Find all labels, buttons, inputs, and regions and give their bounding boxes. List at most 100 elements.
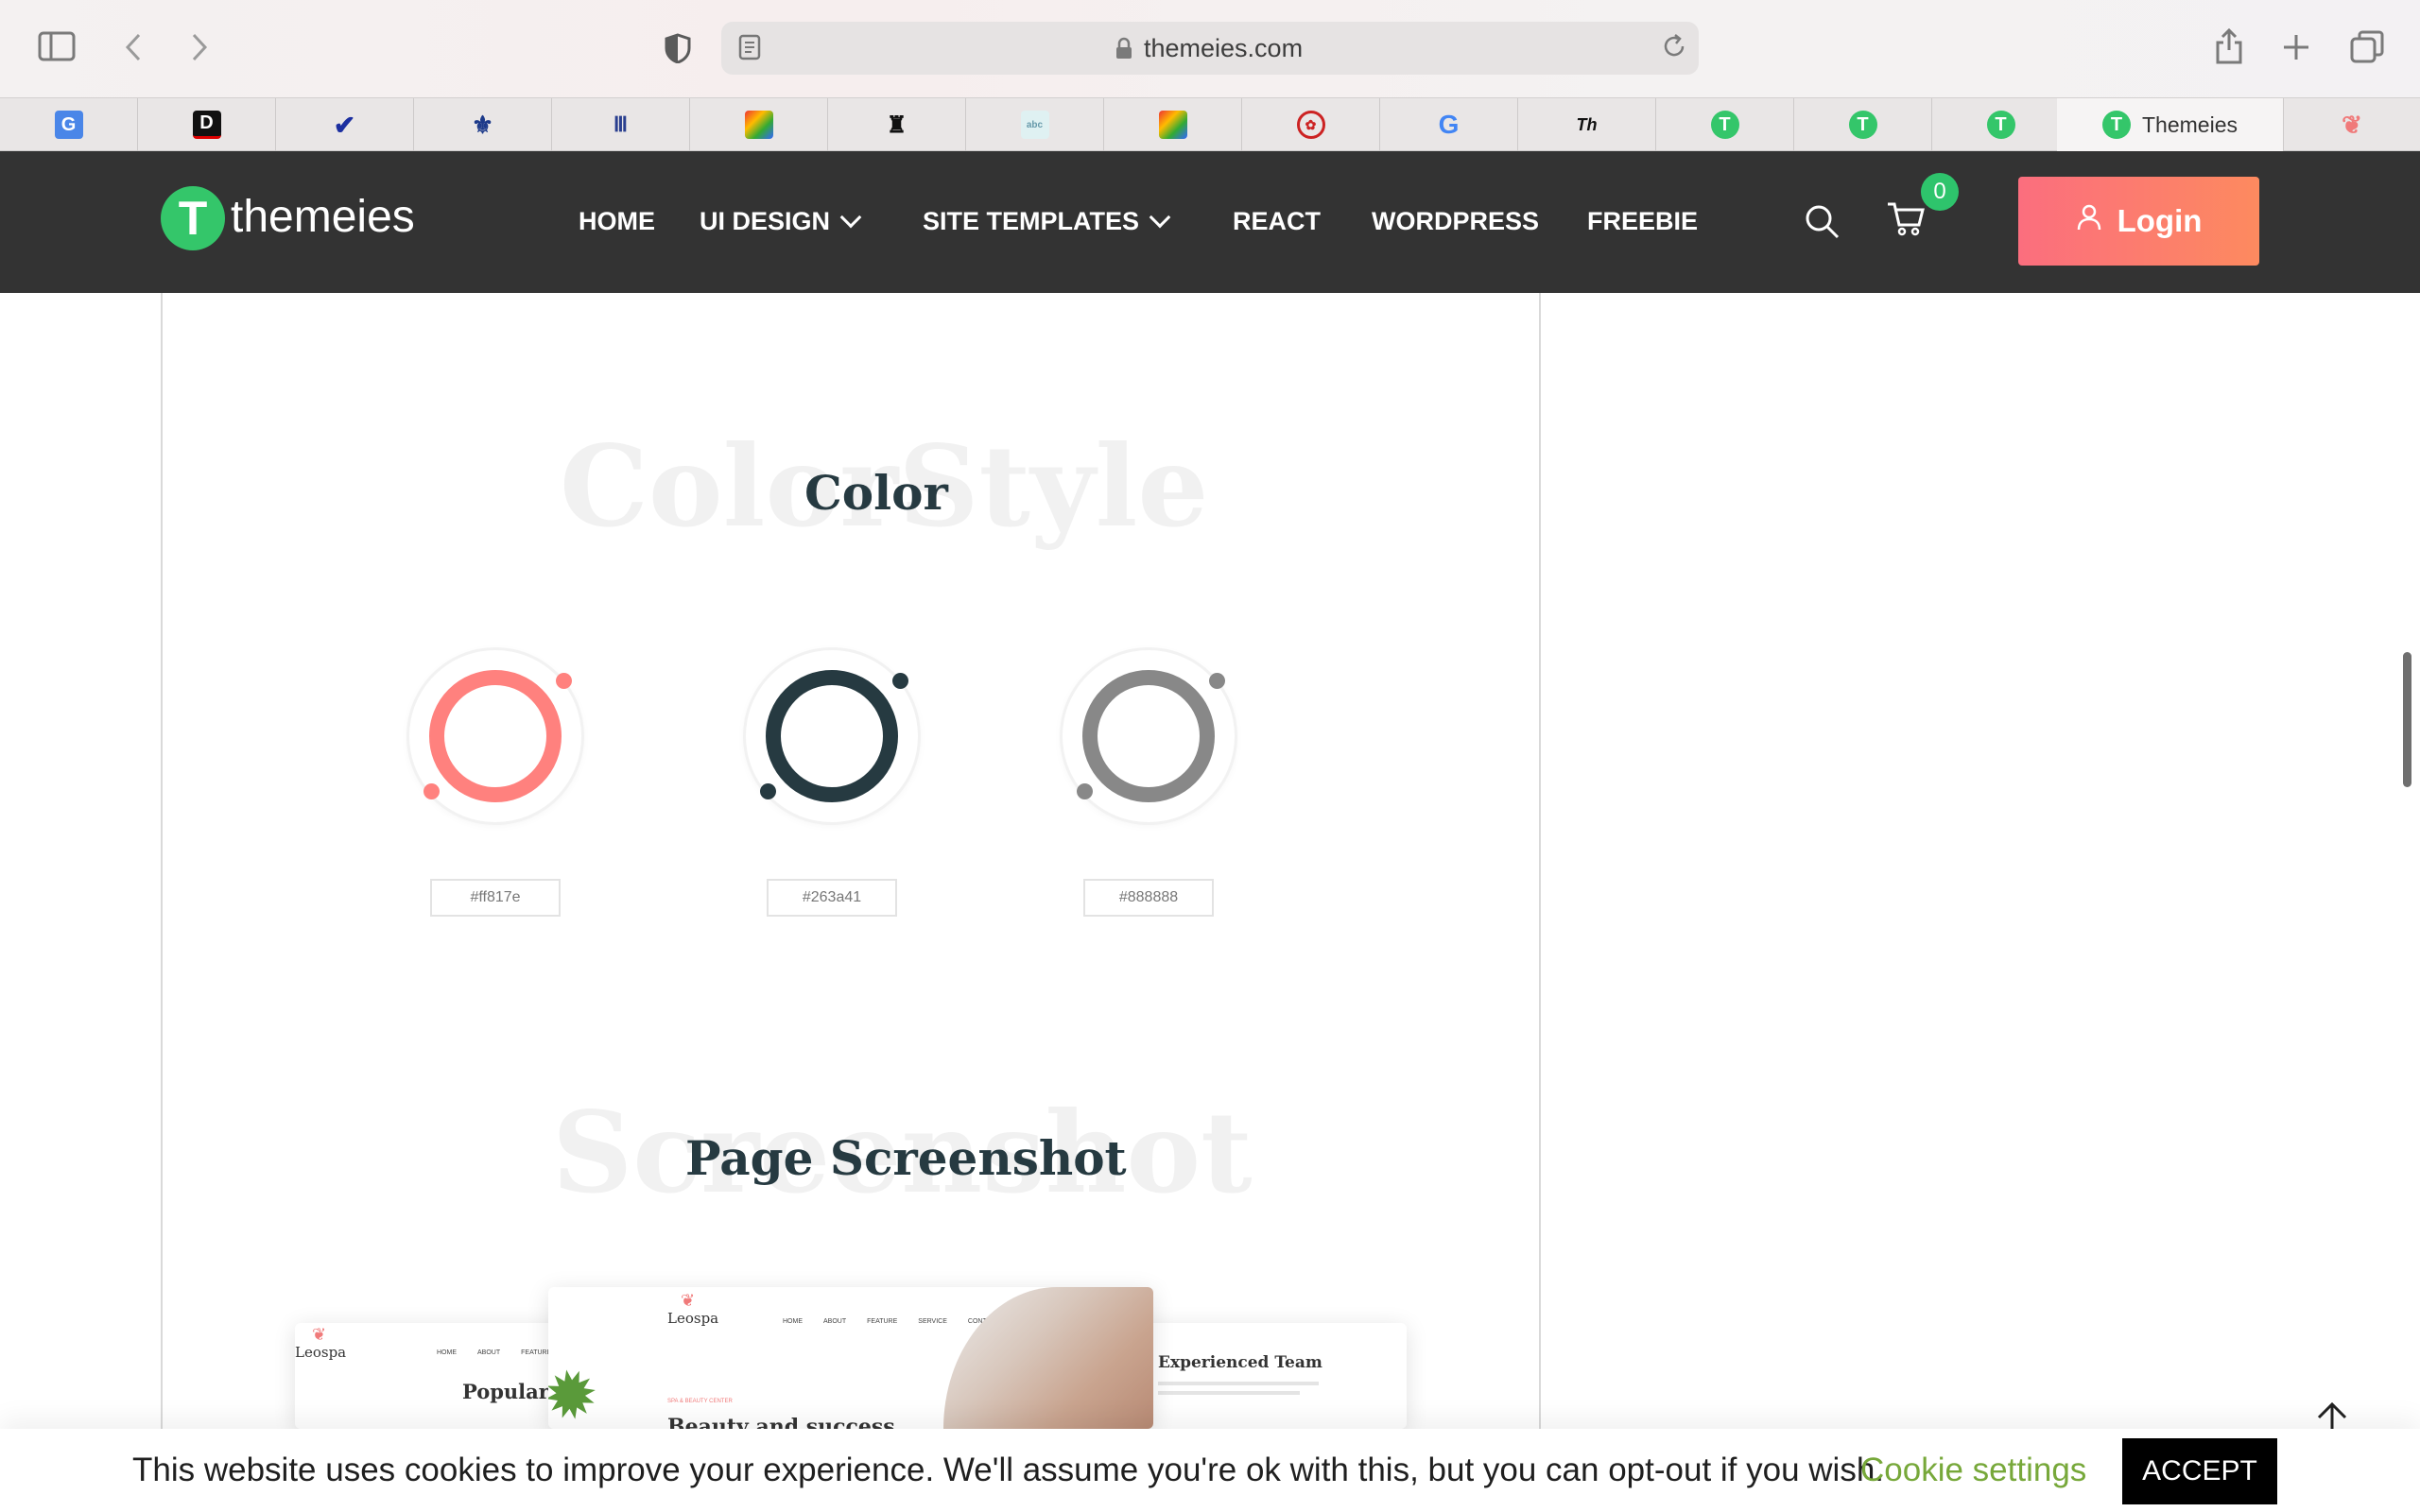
- user-icon: [2076, 203, 2102, 239]
- color-hex-1: #ff817e: [430, 879, 561, 917]
- logo-icon[interactable]: T: [161, 186, 225, 250]
- preview-right: Experienced Team: [1125, 1323, 1407, 1429]
- site-header: T themeies HOME UI DESIGN SITE TEMPLATES…: [0, 151, 2420, 293]
- color-section-title: Color: [804, 465, 948, 521]
- preview-nav-item: ABOUT: [477, 1349, 501, 1356]
- search-icon[interactable]: [1805, 204, 1841, 240]
- tab-overview-icon[interactable]: [2348, 28, 2386, 66]
- reader-icon[interactable]: [737, 33, 762, 61]
- nav-site-templates-label: SITE TEMPLATES: [923, 207, 1140, 235]
- cart-icon[interactable]: [1886, 198, 1926, 238]
- nav-freebie[interactable]: FREEBIE: [1587, 202, 1698, 240]
- tab-check[interactable]: ✔: [276, 98, 414, 151]
- color-swatch-2: [746, 650, 918, 822]
- preview-text-line: [1158, 1391, 1300, 1395]
- preview-logo: Leospa: [295, 1344, 347, 1361]
- preview-heading: Experienced Team: [1158, 1353, 1322, 1372]
- preview-kicker: SPA & BEAUTY CENTER: [667, 1399, 733, 1404]
- nav-wordpress-label: WORDPRESS: [1372, 207, 1540, 235]
- eagle-icon: ♜: [886, 112, 908, 138]
- swatch-dot: [760, 783, 776, 799]
- lock-icon: [1114, 36, 1134, 60]
- grid-icon: [744, 111, 773, 139]
- preview-heading: Beauty and success: [667, 1415, 895, 1429]
- tab-grid-1[interactable]: [690, 98, 828, 151]
- nav-wordpress[interactable]: WORDPRESS: [1372, 202, 1539, 240]
- preview-nav-item: HOME: [437, 1349, 457, 1356]
- sidebar-icon[interactable]: [38, 30, 76, 62]
- privacy-shield-icon[interactable]: [662, 32, 694, 64]
- grid-icon: [1158, 111, 1187, 139]
- preview-nav: HOME ABOUT FEATURE: [437, 1349, 551, 1356]
- swatch-ring-inner: [429, 670, 562, 802]
- accept-button[interactable]: ACCEPT: [2122, 1438, 2277, 1504]
- nav-home[interactable]: HOME: [579, 202, 655, 240]
- nav-site-templates[interactable]: SITE TEMPLATES: [923, 202, 1171, 240]
- share-icon[interactable]: [2212, 26, 2246, 66]
- tab-dict[interactable]: D: [138, 98, 276, 151]
- cookie-settings-link[interactable]: Cookie settings: [1860, 1450, 2086, 1491]
- logo-text[interactable]: themeies: [231, 189, 415, 246]
- themeies-icon: T: [1848, 111, 1877, 139]
- screenshot-section-title: Page Screenshot: [685, 1130, 1127, 1186]
- tab-eagle[interactable]: ♜: [828, 98, 966, 151]
- preview-nav-item: HOME: [783, 1318, 803, 1325]
- nav-ui-design-label: UI DESIGN: [700, 207, 831, 235]
- preview-nav: HOME ABOUT FEATURE SERVICE CONTACT: [783, 1318, 999, 1325]
- chevron-down-icon: [1149, 206, 1171, 229]
- preview-nav-item: ABOUT: [823, 1318, 847, 1325]
- back-icon[interactable]: [119, 30, 147, 64]
- cookie-banner: This website uses cookies to improve you…: [0, 1429, 2420, 1512]
- color-hex-2: #263a41: [767, 879, 897, 917]
- swatch-ring-inner: [766, 670, 898, 802]
- nav-react[interactable]: REACT: [1233, 202, 1321, 240]
- cart-count-badge: 0: [1921, 173, 1959, 211]
- new-tab-icon[interactable]: [2279, 30, 2313, 64]
- preview-nav-item: SERVICE: [918, 1318, 947, 1325]
- themeies-icon: T: [1710, 111, 1739, 139]
- chevron-down-icon: [839, 206, 862, 229]
- tab-seal[interactable]: ✿: [1242, 98, 1380, 151]
- tab-themeies-3[interactable]: T: [1932, 98, 2070, 151]
- reload-icon[interactable]: [1660, 32, 1688, 60]
- preview-left: ❦ Leospa HOME ABOUT FEATURE Popular F: [295, 1323, 579, 1429]
- preview-logo: Leospa: [667, 1310, 719, 1327]
- leaf-icon: ❦: [312, 1325, 327, 1344]
- museum-icon: Ⅲ: [613, 112, 629, 136]
- tab-themeies-active[interactable]: T Themeies: [2057, 98, 2284, 151]
- color-hex-3: #888888: [1083, 879, 1214, 917]
- leaf-icon: ❦: [2342, 110, 2362, 139]
- google-icon: G: [1438, 110, 1460, 139]
- page-scrollbar[interactable]: [2403, 652, 2411, 787]
- tab-themeies-1[interactable]: T: [1656, 98, 1794, 151]
- tab-museum[interactable]: Ⅲ: [552, 98, 690, 151]
- swatch-dot: [424, 783, 440, 799]
- forward-icon[interactable]: [185, 30, 214, 64]
- tab-leaf[interactable]: ❦: [2284, 98, 2420, 151]
- login-button[interactable]: Login: [2018, 177, 2259, 266]
- swatch-dot: [556, 673, 572, 689]
- check-icon: ✔: [333, 110, 356, 140]
- dict-icon: D: [192, 111, 221, 139]
- tab-google[interactable]: G: [1380, 98, 1518, 151]
- themeies-icon: T: [2102, 111, 2131, 139]
- tab-themeies-2[interactable]: T: [1794, 98, 1932, 151]
- themeies-icon: T: [1986, 111, 2015, 139]
- translate-icon: G: [54, 111, 83, 139]
- browser-toolbar: themeies.com: [0, 0, 2420, 97]
- nav-ui-design[interactable]: UI DESIGN: [700, 202, 862, 240]
- tab-translate[interactable]: G: [0, 98, 138, 151]
- url-text: themeies.com: [1144, 34, 1304, 62]
- tab-grid-2[interactable]: [1104, 98, 1242, 151]
- swatch-ring-inner: [1082, 670, 1215, 802]
- tab-fleur[interactable]: ⚜: [414, 98, 552, 151]
- tab-th[interactable]: Th: [1518, 98, 1656, 151]
- palm-leaf-icon: ✹: [548, 1351, 610, 1429]
- preview-hero-photo: [943, 1287, 1153, 1429]
- preview-center: ❦ Leospa HOME ABOUT FEATURE SERVICE CONT…: [548, 1287, 1153, 1429]
- tab-text[interactable]: abc: [966, 98, 1104, 151]
- cookie-message: This website uses cookies to improve you…: [132, 1452, 1885, 1488]
- nav-freebie-label: FREEBIE: [1587, 207, 1699, 235]
- tab-title: Themeies: [2142, 112, 2238, 137]
- preview-nav-item: FEATURE: [521, 1349, 552, 1356]
